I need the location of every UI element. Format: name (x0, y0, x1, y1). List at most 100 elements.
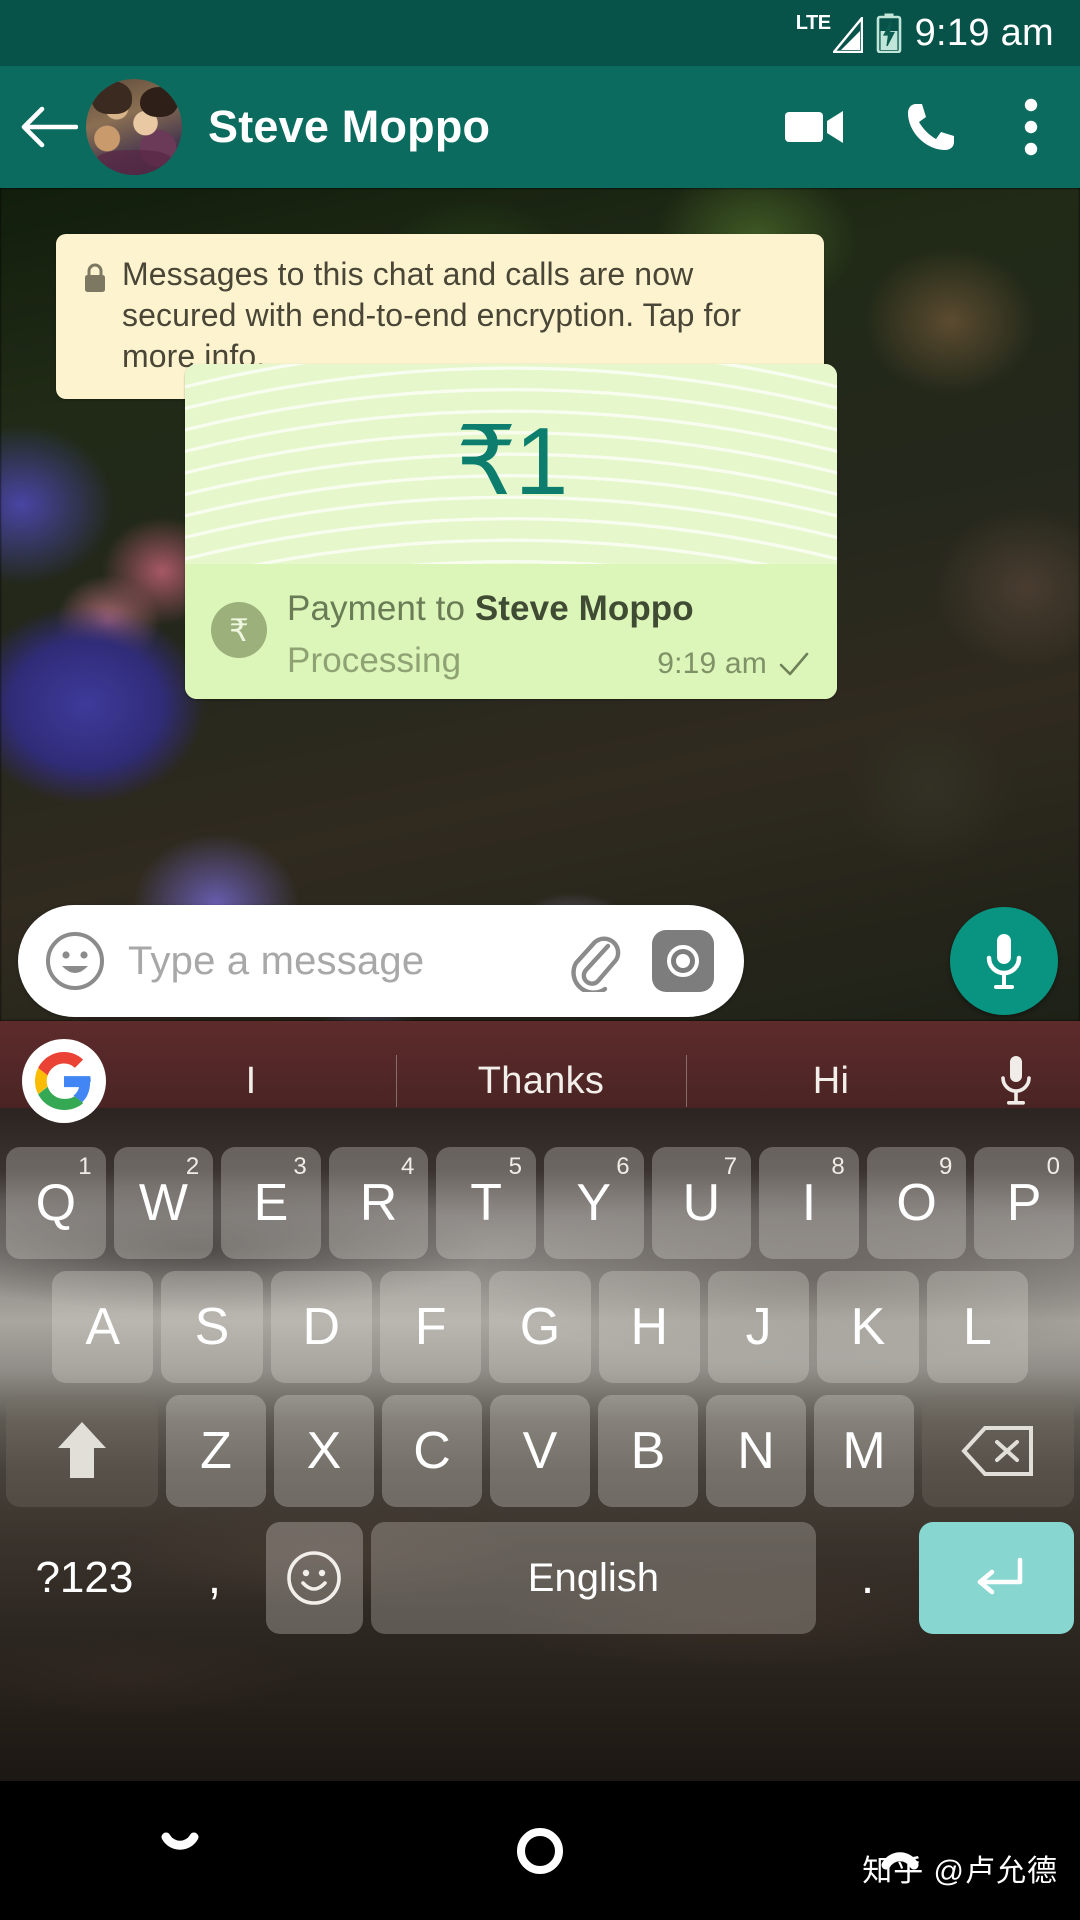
key-label: Z (200, 1422, 232, 1480)
suggestion-item[interactable]: Hi (686, 1060, 976, 1103)
single-check-icon (779, 652, 809, 675)
backspace-key[interactable] (922, 1395, 1074, 1507)
key-o[interactable]: 9O (866, 1147, 967, 1259)
key-l[interactable]: L (926, 1271, 1028, 1383)
key-superscript: 3 (293, 1153, 307, 1180)
lock-icon (85, 263, 105, 292)
key-w[interactable]: 2W (113, 1147, 214, 1259)
key-label: M (842, 1422, 886, 1480)
video-call-icon[interactable] (780, 92, 850, 162)
key-label: S (194, 1298, 230, 1356)
space-key[interactable]: English (370, 1522, 816, 1634)
emoji-icon[interactable] (44, 930, 106, 992)
shift-icon (58, 1422, 106, 1478)
comma-key[interactable]: , (171, 1522, 258, 1634)
period-key[interactable]: . (824, 1522, 911, 1634)
keyboard-mic-icon[interactable] (976, 1053, 1056, 1109)
key-s[interactable]: S (161, 1271, 263, 1383)
key-u[interactable]: 7U (651, 1147, 752, 1259)
key-k[interactable]: K (817, 1271, 919, 1383)
key-superscript: 0 (1046, 1153, 1060, 1180)
key-z[interactable]: Z (166, 1395, 266, 1507)
signal-triangle-icon (832, 17, 863, 53)
key-label: J (745, 1298, 772, 1356)
key-superscript: 8 (831, 1153, 845, 1180)
camera-icon[interactable] (652, 930, 714, 992)
key-d[interactable]: D (270, 1271, 372, 1383)
key-g[interactable]: G (489, 1271, 591, 1383)
key-h[interactable]: H (598, 1271, 700, 1383)
status-bar: LTE 9:19 am (0, 0, 1080, 66)
avatar[interactable] (86, 79, 182, 175)
key-label: H (630, 1298, 669, 1356)
overflow-menu-icon[interactable] (1008, 92, 1054, 162)
key-label: V (522, 1422, 558, 1480)
message-input-placeholder[interactable]: Type a message (128, 939, 564, 984)
nav-home-icon[interactable] (360, 1825, 720, 1877)
payment-message-bubble[interactable]: ₹1 ₹ Payment to Steve Moppo Processing 9… (185, 364, 837, 699)
key-label: R (359, 1174, 398, 1232)
key-r[interactable]: 4R (328, 1147, 429, 1259)
key-q[interactable]: 1Q (6, 1147, 106, 1259)
key-label: ?123 (35, 1553, 134, 1602)
key-m[interactable]: M (814, 1395, 914, 1507)
key-i[interactable]: 8I (759, 1147, 859, 1259)
symbols-key[interactable]: ?123 (6, 1522, 163, 1634)
key-t[interactable]: 5T (436, 1147, 536, 1259)
page-title[interactable]: Steve Moppo (208, 101, 780, 153)
phone-screen: LTE 9:19 am Steve Moppo Messages to this… (0, 0, 1080, 1920)
key-y[interactable]: 6Y (543, 1147, 644, 1259)
key-label: , (207, 1551, 222, 1604)
keyboard-row-3: Z X C V B N M (0, 1389, 1080, 1513)
message-input-pill[interactable]: Type a message (18, 905, 744, 1017)
key-label: Y (576, 1174, 612, 1232)
key-superscript: 1 (78, 1153, 92, 1180)
back-arrow-icon[interactable] (18, 96, 80, 158)
key-label: E (253, 1174, 289, 1232)
google-logo-icon[interactable] (22, 1039, 106, 1123)
microphone-icon (986, 934, 1022, 989)
emoji-key[interactable] (265, 1522, 363, 1634)
suggestion-item[interactable]: Thanks (396, 1060, 686, 1103)
key-label: Q (35, 1174, 77, 1232)
rupee-badge-icon: ₹ (211, 602, 267, 658)
keyboard-row-4: ?123 , English . (0, 1513, 1080, 1643)
payment-amount-panel: ₹1 (185, 364, 837, 564)
key-j[interactable]: J (707, 1271, 810, 1383)
network-label: LTE (795, 12, 831, 34)
emoji-key-icon (287, 1551, 342, 1605)
watermark: 知乎 @卢允德 (862, 1855, 1058, 1888)
key-n[interactable]: N (706, 1395, 806, 1507)
chat-app-bar: Steve Moppo (0, 66, 1080, 188)
soft-keyboard: I Thanks Hi 1Q 2W 3E 4R 5T 6Y 7 U 8 I 9 … (0, 1021, 1080, 1781)
paperclip-icon[interactable] (564, 930, 626, 992)
encryption-notice-text: Messages to this chat and calls are now … (122, 256, 742, 374)
key-label: C (413, 1422, 451, 1480)
chat-message-area: Messages to this chat and calls are now … (0, 188, 1080, 1021)
suggestion-item[interactable]: I (106, 1060, 396, 1103)
backspace-icon (961, 1426, 1033, 1476)
key-p[interactable]: 0P (974, 1147, 1074, 1259)
key-label: A (85, 1298, 120, 1356)
key-a[interactable]: A (52, 1271, 154, 1383)
key-c[interactable]: C (382, 1395, 482, 1507)
network-indicator: LTE (796, 13, 863, 53)
voice-record-button[interactable] (950, 907, 1058, 1015)
key-label: N (737, 1422, 775, 1480)
keyboard-row-1: 1Q 2W 3E 4R 5T 6Y 7U 8I 9O 0P (0, 1141, 1080, 1265)
key-label: D (302, 1298, 341, 1356)
key-label: W (138, 1174, 188, 1232)
enter-key[interactable] (919, 1522, 1074, 1634)
key-b[interactable]: B (598, 1395, 698, 1507)
message-meta: 9:19 am (657, 647, 809, 681)
nav-back-icon[interactable] (0, 1831, 360, 1871)
voice-call-icon[interactable] (896, 92, 966, 162)
key-f[interactable]: F (379, 1271, 482, 1383)
key-v[interactable]: V (490, 1395, 590, 1507)
status-time: 9:19 am (914, 11, 1054, 54)
key-x[interactable]: X (274, 1395, 374, 1507)
shift-key[interactable] (6, 1395, 158, 1507)
key-label: P (1006, 1174, 1042, 1232)
key-e[interactable]: 3E (221, 1147, 321, 1259)
enter-key-icon (977, 1557, 1022, 1595)
